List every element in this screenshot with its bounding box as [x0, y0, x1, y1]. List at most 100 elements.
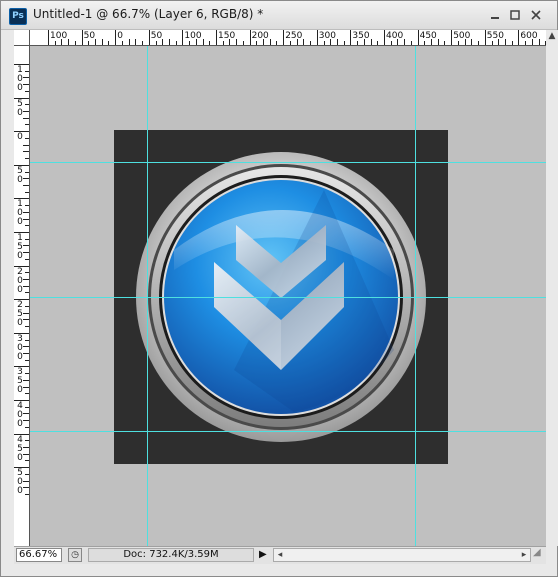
ruler-minor-tick — [222, 41, 224, 45]
guide-horizontal[interactable] — [30, 431, 546, 432]
ruler-minor-tick — [25, 104, 29, 106]
canvas-area[interactable] — [30, 46, 546, 546]
ruler-minor-tick — [330, 39, 332, 45]
ruler-minor-tick — [471, 39, 473, 45]
ruler-minor-tick — [23, 151, 29, 153]
ruler-minor-tick — [303, 39, 305, 45]
guide-vertical[interactable] — [147, 46, 148, 546]
ruler-minor-tick — [478, 41, 480, 45]
ruler-h-label: 50 — [150, 31, 163, 41]
scroll-right-icon[interactable]: ▸ — [518, 549, 530, 561]
ruler-minor-tick — [263, 39, 265, 45]
ruler-minor-tick — [23, 285, 29, 287]
ruler-h-label: 550 — [486, 31, 504, 41]
scroll-left-icon[interactable]: ◂ — [274, 549, 286, 561]
ruler-minor-tick — [23, 144, 29, 146]
ruler-v-label: 200 — [17, 266, 23, 295]
ruler-v-label: 150 — [17, 233, 23, 261]
ruler-minor-tick — [491, 41, 493, 45]
ruler-minor-tick — [25, 494, 29, 496]
ruler-minor-tick — [95, 39, 97, 45]
ruler-minor-tick — [23, 346, 29, 348]
ruler-minor-tick — [175, 41, 177, 45]
ruler-h-label: 600 — [520, 31, 538, 41]
ruler-minor-tick — [256, 41, 258, 45]
ruler-minor-tick — [25, 373, 29, 375]
window-title: Untitled-1 @ 66.7% (Layer 6, RGB/8) * — [33, 7, 264, 21]
ruler-h-label: 250 — [285, 31, 303, 41]
ruler-minor-tick — [457, 41, 459, 45]
ruler-h-label: 400 — [386, 31, 404, 41]
ruler-minor-tick — [370, 39, 372, 45]
ruler-h-label: 100 — [50, 31, 68, 41]
ruler-minor-tick — [269, 39, 271, 45]
minimize-icon[interactable] — [488, 8, 502, 22]
ruler-minor-tick — [310, 41, 312, 45]
ruler-minor-tick — [444, 41, 446, 45]
ruler-minor-tick — [424, 41, 426, 45]
ruler-major-tick — [81, 30, 83, 45]
ruler-minor-tick — [189, 41, 191, 45]
doc-size-info: Doc: 732.4K/3.59M — [88, 548, 254, 562]
status-menu-arrow-icon[interactable]: ▶ — [259, 549, 269, 561]
vertical-ruler[interactable]: 10050050100150200250300350400450500 — [14, 46, 30, 546]
ruler-minor-tick — [336, 39, 338, 45]
ruler-v-label: 300 — [17, 333, 23, 362]
maximize-icon[interactable] — [508, 8, 522, 22]
close-icon[interactable] — [529, 8, 543, 22]
ruler-minor-tick — [23, 480, 29, 482]
ruler-minor-tick — [61, 39, 63, 45]
horizontal-scrollbar[interactable]: ◂ ▸ — [273, 548, 531, 562]
ruler-minor-tick — [504, 39, 506, 45]
ruler-h-label: 200 — [251, 31, 269, 41]
ruler-major-tick — [350, 30, 352, 45]
ruler-minor-tick — [25, 137, 29, 139]
ruler-minor-tick — [23, 352, 29, 354]
ruler-minor-tick — [25, 359, 29, 361]
ruler-major-tick — [182, 30, 184, 45]
ruler-minor-tick — [25, 292, 29, 294]
ruler-minor-tick — [343, 41, 345, 45]
ruler-minor-tick — [23, 453, 29, 455]
ruler-minor-tick — [23, 84, 29, 86]
ruler-minor-tick — [23, 279, 29, 281]
ruler-major-tick — [518, 30, 520, 45]
status-info-icon[interactable]: ◷ — [68, 548, 82, 562]
ruler-minor-tick — [498, 39, 500, 45]
ruler-minor-tick — [25, 191, 29, 193]
ruler-minor-tick — [363, 39, 365, 45]
ruler-minor-tick — [25, 406, 29, 408]
zoom-field[interactable]: 66.67% — [16, 548, 62, 562]
resize-grip-icon[interactable]: ◢ — [533, 547, 545, 563]
ruler-minor-tick — [377, 41, 379, 45]
ruler-h-label: 150 — [218, 31, 236, 41]
ruler-h-label: 300 — [318, 31, 336, 41]
ruler-minor-tick — [23, 117, 29, 119]
guide-vertical[interactable] — [415, 46, 416, 546]
ruler-h-label: 500 — [453, 31, 471, 41]
ruler-minor-tick — [23, 184, 29, 186]
ruler-minor-tick — [209, 41, 211, 45]
ruler-origin[interactable] — [14, 30, 30, 46]
ruler-minor-tick — [74, 41, 76, 45]
horizontal-ruler[interactable]: 100 50 0 50 100 150 200 250 300 350 400 450 500 550 60… — [30, 30, 546, 46]
status-bar: 66.67% ◷ Doc: 732.4K/3.59M ▶ ◂ ▸ — [14, 546, 546, 564]
title-bar[interactable]: Ps Untitled-1 @ 66.7% (Layer 6, RGB/8) * — [1, 1, 557, 30]
scroll-up-icon[interactable]: ▲ — [546, 30, 558, 42]
ruler-minor-tick — [464, 39, 466, 45]
ruler-minor-tick — [23, 178, 29, 180]
ruler-minor-tick — [431, 39, 433, 45]
ruler-h-label: 450 — [419, 31, 437, 41]
vertical-scrollbar[interactable]: ▲ — [546, 30, 558, 546]
guide-horizontal[interactable] — [30, 297, 546, 298]
ruler-v-label: 450 — [17, 434, 23, 463]
ruler-minor-tick — [397, 39, 399, 45]
ruler-minor-tick — [357, 41, 359, 45]
ruler-h-label: 100 — [184, 31, 202, 41]
ruler-minor-tick — [135, 39, 137, 45]
guide-horizontal[interactable] — [30, 162, 546, 163]
ruler-minor-tick — [276, 41, 278, 45]
ruler-minor-tick — [25, 326, 29, 328]
ruler-minor-tick — [538, 39, 540, 45]
ruler-minor-tick — [229, 39, 231, 45]
